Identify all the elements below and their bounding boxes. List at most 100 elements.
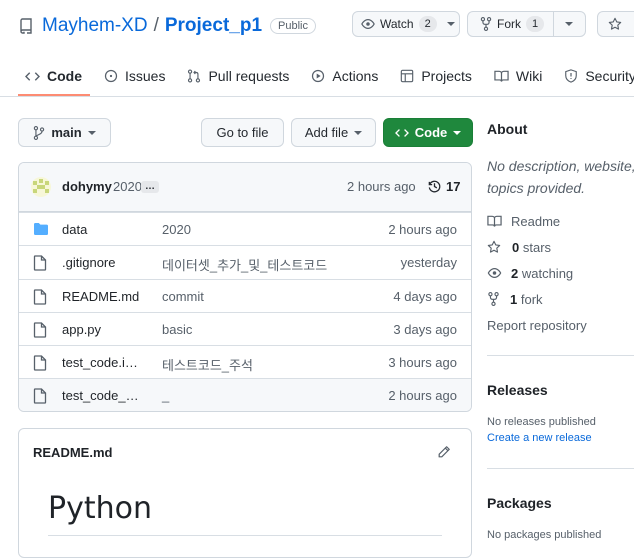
- eye-icon: [487, 266, 502, 280]
- file-commit-message[interactable]: 데이터셋_추가_및_테스트코드: [162, 255, 327, 274]
- file-name[interactable]: README.md: [62, 289, 152, 304]
- go-to-file-label: Go to file: [216, 125, 269, 140]
- readme-panel: README.md Python: [18, 428, 472, 558]
- tab-actions[interactable]: Actions: [304, 62, 386, 90]
- fork-dropdown[interactable]: [554, 12, 584, 36]
- folder-icon: [33, 222, 49, 236]
- packages-empty-text: No packages published: [487, 529, 602, 541]
- latest-commit-bar: dohymy 2020 … 2 hours ago 17: [19, 163, 471, 212]
- sidebar-forks-link[interactable]: 1 fork: [487, 289, 543, 309]
- file-icon: [33, 322, 47, 338]
- fork-dropdown-icon: [565, 22, 574, 26]
- file-icon: [33, 255, 47, 271]
- table-icon: [400, 69, 414, 83]
- code-button[interactable]: Code: [383, 118, 473, 147]
- file-name[interactable]: .gitignore: [62, 255, 152, 270]
- fork-button[interactable]: Fork 1: [467, 11, 586, 37]
- file-name[interactable]: data: [62, 222, 152, 237]
- file-commit-message[interactable]: 2020: [162, 222, 191, 237]
- file-row-data[interactable]: data 2020 2 hours ago: [19, 212, 471, 245]
- readme-filename[interactable]: README.md: [33, 445, 112, 460]
- play-icon: [311, 69, 325, 83]
- file-row-readme[interactable]: README.md commit 4 days ago: [19, 278, 471, 312]
- repo-icon: [18, 18, 34, 34]
- file-row-test-code[interactable]: test_code.ipynb 테스트코드_주석 3 hours ago: [19, 345, 471, 378]
- branch-select-button[interactable]: main: [18, 118, 111, 147]
- code-button-label: Code: [414, 125, 448, 140]
- book-icon: [487, 214, 502, 228]
- create-release-link[interactable]: Create a new release: [487, 432, 592, 444]
- tab-issues[interactable]: Issues: [97, 62, 173, 90]
- readme-link-label: Readme: [511, 213, 561, 229]
- star-icon: [487, 240, 501, 254]
- file-name[interactable]: app.py: [62, 322, 152, 337]
- fork-label: Fork: [497, 17, 521, 31]
- eye-icon: [361, 17, 375, 31]
- file-age: 3 hours ago: [388, 355, 457, 371]
- readme-heading: Python: [48, 491, 152, 526]
- about-heading: About: [487, 121, 528, 137]
- file-age: 2 hours ago: [388, 222, 457, 237]
- fork-icon: [480, 17, 492, 31]
- tab-pull-requests[interactable]: Pull requests: [180, 62, 297, 90]
- repo-owner-link[interactable]: Mayhem-XD: [42, 15, 148, 37]
- file-row-test-code-2[interactable]: test_code_2.ipynb _ 2 hours ago: [19, 378, 471, 411]
- packages-heading[interactable]: Packages: [487, 495, 552, 511]
- watching-label: 2 watching: [511, 266, 573, 281]
- pencil-icon[interactable]: [437, 445, 451, 459]
- file-name[interactable]: test_code_2.ipynb: [62, 388, 145, 403]
- commit-count[interactable]: 17: [446, 179, 460, 194]
- tab-wiki[interactable]: Wiki: [487, 62, 550, 90]
- file-age: yesterday: [400, 255, 457, 271]
- tab-code[interactable]: Code: [18, 62, 90, 96]
- commit-message[interactable]: 2020: [113, 179, 142, 194]
- file-browser: dohymy 2020 … 2 hours ago 17 data 2020 2…: [18, 162, 472, 412]
- star-icon: [608, 17, 622, 31]
- commit-expand-button[interactable]: …: [141, 181, 159, 193]
- commit-age[interactable]: 2 hours ago: [347, 179, 416, 194]
- add-file-button[interactable]: Add file: [291, 118, 376, 147]
- watch-button[interactable]: Watch 2: [352, 11, 460, 37]
- book-icon: [494, 69, 509, 83]
- tab-projects[interactable]: Projects: [393, 62, 480, 90]
- about-description: No description, website, or topics provi…: [487, 158, 634, 196]
- chevron-down-icon: [453, 130, 462, 135]
- watch-main[interactable]: Watch 2: [353, 12, 445, 36]
- stars-text: stars: [519, 239, 552, 255]
- file-age: 2 hours ago: [388, 388, 457, 404]
- sidebar-watching-link[interactable]: 2 watching: [487, 263, 573, 283]
- fork-count: 1: [526, 16, 545, 32]
- file-commit-message[interactable]: basic: [162, 322, 192, 337]
- commit-author[interactable]: dohymy: [62, 179, 112, 194]
- file-commit-message[interactable]: _: [162, 388, 169, 403]
- file-icon: [33, 288, 47, 305]
- tab-security[interactable]: Security: [557, 62, 634, 90]
- releases-empty-text: No releases published: [487, 416, 596, 428]
- fork-main[interactable]: Fork 1: [468, 12, 553, 36]
- go-to-file-button[interactable]: Go to file: [201, 118, 284, 147]
- history-icon[interactable]: [427, 179, 442, 194]
- repo-separator: /: [153, 15, 159, 36]
- file-name[interactable]: test_code.ipynb: [62, 355, 145, 370]
- file-row-gitignore[interactable]: .gitignore 데이터셋_추가_및_테스트코드 yesterday: [19, 245, 471, 278]
- watch-label: Watch: [380, 17, 414, 31]
- sidebar-stars-link[interactable]: 0 stars: [487, 237, 551, 257]
- file-commit-message[interactable]: commit: [162, 289, 204, 304]
- file-commit-message[interactable]: 테스트코드_주석: [162, 355, 253, 374]
- releases-heading[interactable]: Releases: [487, 382, 548, 398]
- repo-name-link[interactable]: Project_p1: [165, 15, 262, 37]
- code-icon: [25, 70, 40, 83]
- report-label: Report repository: [487, 317, 587, 333]
- visibility-badge: Public: [270, 18, 316, 34]
- avatar[interactable]: [31, 177, 51, 197]
- branch-icon: [33, 125, 45, 140]
- report-repository-link[interactable]: Report repository: [487, 315, 587, 335]
- star-button[interactable]: [597, 11, 634, 37]
- file-age: 3 days ago: [393, 321, 457, 337]
- stars-label: 0 stars: [512, 240, 551, 255]
- tab-projects-label: Projects: [421, 68, 472, 84]
- sidebar-readme-link[interactable]: Readme: [487, 211, 560, 231]
- watch-dropdown-icon[interactable]: [446, 22, 455, 26]
- star-main[interactable]: [598, 12, 632, 36]
- file-row-app-py[interactable]: app.py basic 3 days ago: [19, 311, 471, 345]
